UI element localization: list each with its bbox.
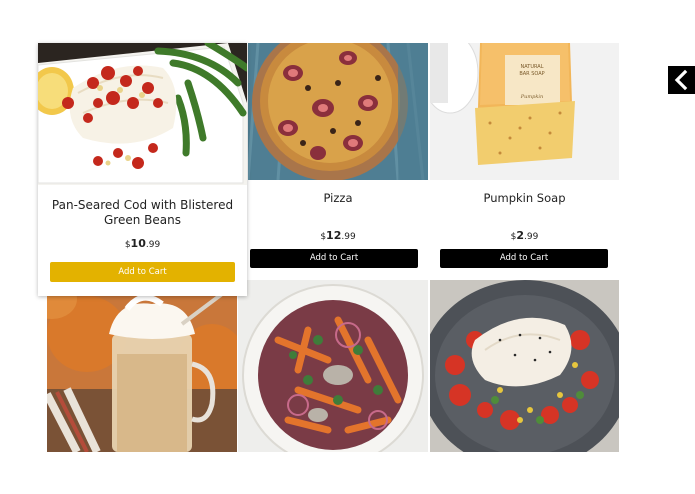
add-to-cart-button[interactable]: Add to Cart <box>440 249 608 268</box>
price-whole: 10 <box>130 237 146 250</box>
product-card-pizza[interactable]: Pizza $12.99 Add to Cart <box>248 43 428 279</box>
product-image-soap[interactable]: NATURAL BAR SOAP Pumpkin <box>430 43 619 180</box>
price-cents: .99 <box>524 232 539 242</box>
product-card-cod[interactable]: Pan-Seared Cod with Blistered Green Bean… <box>38 43 247 296</box>
add-to-cart-button[interactable]: Add to Cart <box>50 262 235 282</box>
product-name: Pumpkin Soap <box>483 191 566 205</box>
soap-label-line2: BAR SOAP <box>519 71 544 77</box>
soap-label-line3: Pumpkin <box>520 94 543 100</box>
carousel-prev-button[interactable] <box>668 66 695 94</box>
price-whole: 12 <box>326 229 342 242</box>
product-name: Pan-Seared Cod with Blistered Green Bean… <box>51 198 234 227</box>
soap-label-line1: NATURAL <box>521 64 544 70</box>
product-image-latte[interactable] <box>47 294 237 452</box>
product-name: Pizza <box>323 191 353 205</box>
product-grid: Pan-Seared Cod with Blistered Green Bean… <box>0 0 695 494</box>
product-card-pumpkin-soap[interactable]: NATURAL BAR SOAP Pumpkin Pumpkin Soap $2… <box>430 43 619 279</box>
product-price: $10.99 <box>38 237 247 250</box>
chevron-left-icon <box>674 69 688 91</box>
product-price: $12.99 <box>248 229 428 242</box>
add-to-cart-button[interactable]: Add to Cart <box>250 249 418 268</box>
price-whole: 2 <box>516 229 525 242</box>
price-cents: .99 <box>145 240 161 250</box>
product-image-salad[interactable] <box>238 280 428 452</box>
price-cents: .99 <box>341 232 356 242</box>
product-image-fish[interactable] <box>430 280 619 452</box>
product-price: $2.99 <box>430 229 619 242</box>
product-image-cod[interactable] <box>38 43 247 185</box>
product-image-pizza[interactable] <box>248 43 428 180</box>
